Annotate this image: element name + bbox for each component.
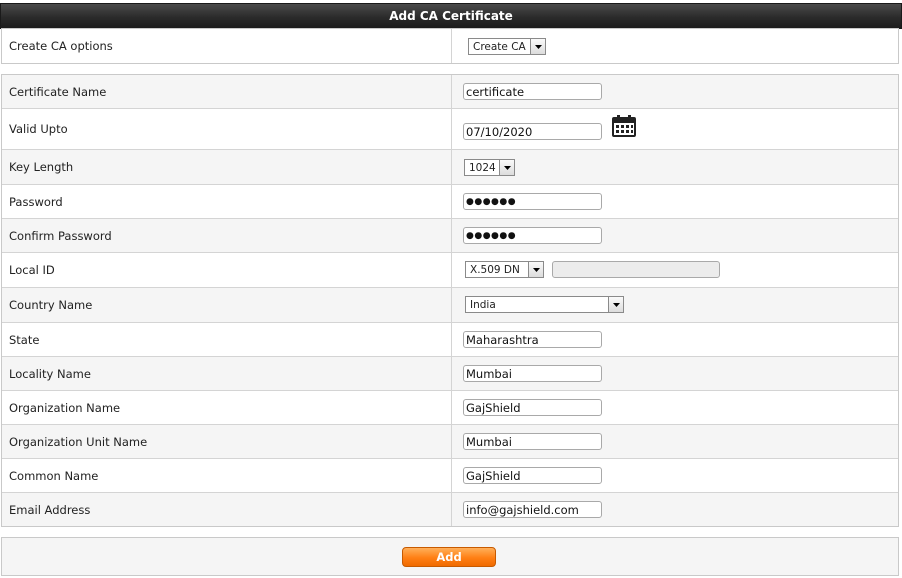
state-label: State xyxy=(9,332,40,347)
local-id-select-value: X.509 DN xyxy=(470,263,520,276)
password-input[interactable]: ●●●●●● xyxy=(463,193,602,210)
local-id-label: Local ID xyxy=(9,263,55,277)
common-name-label: Common Name xyxy=(9,468,99,483)
column-divider xyxy=(451,150,452,184)
footer-panel: Add xyxy=(1,537,899,576)
row-organization-unit-name: Organization Unit Name Mumbai xyxy=(2,425,898,459)
row-locality-name: Locality Name Mumbai xyxy=(2,357,898,391)
column-divider xyxy=(451,391,452,424)
local-id-text-input[interactable] xyxy=(552,261,720,278)
country-name-select[interactable]: India xyxy=(465,296,624,313)
common-name-input[interactable]: GajShield xyxy=(463,467,602,484)
locality-name-label: Locality Name xyxy=(9,366,91,381)
column-divider xyxy=(451,425,452,458)
organization-name-label: Organization Name xyxy=(9,400,121,415)
column-divider xyxy=(451,75,452,108)
chevron-down-icon xyxy=(528,262,543,277)
column-divider xyxy=(451,253,452,287)
organization-unit-name-label: Organization Unit Name xyxy=(9,434,148,449)
row-valid-upto: Valid Upto 07/10/2020 xyxy=(2,109,898,150)
email-address-label: Email Address xyxy=(9,502,91,517)
valid-upto-label: Valid Upto xyxy=(9,122,68,136)
row-common-name: Common Name GajShield xyxy=(2,459,898,493)
column-divider xyxy=(451,323,452,356)
row-local-id: Local ID X.509 DN xyxy=(2,253,898,288)
country-name-label: Country Name xyxy=(9,298,93,312)
country-name-value: India xyxy=(470,298,496,311)
valid-upto-input[interactable]: 07/10/2020 xyxy=(463,123,602,140)
chevron-down-icon xyxy=(530,39,545,54)
column-divider xyxy=(451,357,452,390)
column-divider xyxy=(451,493,452,526)
confirm-password-input[interactable]: ●●●●●● xyxy=(463,227,602,244)
row-email-address: Email Address info@gajshield.com xyxy=(2,493,898,526)
options-label: Create CA options xyxy=(9,39,113,53)
column-divider xyxy=(451,109,452,149)
certificate-name-input[interactable]: certificate xyxy=(463,83,602,100)
row-country-name: Country Name India xyxy=(2,288,898,323)
password-label: Password xyxy=(9,194,63,209)
organization-name-input[interactable]: GajShield xyxy=(463,399,602,416)
key-length-value: 1024 xyxy=(469,161,496,174)
add-button[interactable]: Add xyxy=(402,547,496,567)
local-id-select[interactable]: X.509 DN xyxy=(465,261,544,278)
key-length-label: Key Length xyxy=(9,160,74,174)
calendar-icon[interactable] xyxy=(612,115,636,137)
email-address-input[interactable]: info@gajshield.com xyxy=(463,501,602,518)
row-organization-name: Organization Name GajShield xyxy=(2,391,898,425)
options-row: Create CA options Create CA xyxy=(2,29,898,63)
row-password: Password ●●●●●● xyxy=(2,185,898,219)
row-key-length: Key Length 1024 xyxy=(2,150,898,185)
locality-name-input[interactable]: Mumbai xyxy=(463,365,602,382)
column-divider xyxy=(451,29,452,63)
column-divider xyxy=(451,288,452,322)
row-confirm-password: Confirm Password ●●●●●● xyxy=(2,219,898,253)
confirm-password-label: Confirm Password xyxy=(9,228,112,243)
chevron-down-icon xyxy=(499,160,514,175)
column-divider xyxy=(451,185,452,218)
options-panel: Create CA options Create CA xyxy=(1,28,899,64)
chevron-down-icon xyxy=(608,297,623,312)
row-certificate-name: Certificate Name certificate xyxy=(2,75,898,109)
key-length-select[interactable]: 1024 xyxy=(464,159,515,176)
create-ca-select[interactable]: Create CA xyxy=(468,38,546,55)
column-divider xyxy=(451,459,452,492)
page-title: Add CA Certificate xyxy=(0,3,902,29)
column-divider xyxy=(451,219,452,252)
organization-unit-name-input[interactable]: Mumbai xyxy=(463,433,602,450)
certificate-form: Certificate Name certificate Valid Upto … xyxy=(1,74,899,527)
certificate-name-label: Certificate Name xyxy=(9,84,107,99)
state-input[interactable]: Maharashtra xyxy=(463,331,602,348)
create-ca-select-value: Create CA xyxy=(473,40,526,53)
row-state: State Maharashtra xyxy=(2,323,898,357)
